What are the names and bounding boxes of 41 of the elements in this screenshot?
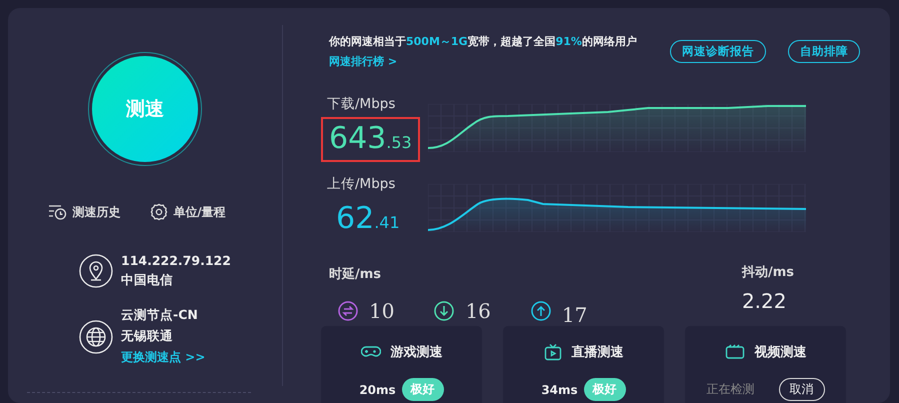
rating-badge: 极好 <box>402 378 444 401</box>
connection-info: 中国电信 <box>121 272 174 289</box>
test-result: 34ms <box>541 382 578 396</box>
tv-icon <box>544 343 562 361</box>
speed-label: 下载/Mbps <box>327 94 396 112</box>
tool-link[interactable]: 测速历史 <box>48 203 120 221</box>
test-title: 直播测速 <box>572 344 624 361</box>
test-result: 20ms <box>359 382 396 396</box>
connection-info: 无锡联通 <box>121 328 174 345</box>
change-node-link[interactable]: 更换测速点 >> <box>121 349 206 366</box>
test-title: 游戏测速 <box>390 344 442 361</box>
location-pin-icon <box>79 254 113 288</box>
settings-icon <box>150 203 168 221</box>
jitter-label: 抖动/ms <box>742 264 794 281</box>
speed-summary: 你的网速相当于500M～1G宽带，超越了全国91%的网络用户 <box>329 34 637 49</box>
globe-icon <box>79 320 113 354</box>
history-icon <box>48 204 68 220</box>
ranking-link[interactable]: 网速排行榜 > <box>329 54 637 69</box>
latency-label: 时延/ms <box>329 267 382 282</box>
speed-value: 643.53 <box>321 116 420 162</box>
cancel-button[interactable]: 取消 <box>778 378 824 401</box>
speed-label: 上传/Mbps <box>327 174 396 192</box>
rating-badge: 极好 <box>584 378 626 401</box>
arrow-up-icon <box>530 301 551 321</box>
speed-value: 62.41 <box>335 200 401 238</box>
latency-value: 10 <box>369 299 394 323</box>
action-button[interactable]: 网速诊断报告 <box>670 40 766 63</box>
latency-value: 16 <box>465 299 491 323</box>
video-icon <box>724 344 744 360</box>
jitter-value: 2.22 <box>742 289 786 313</box>
latency-value: 17 <box>562 303 588 327</box>
arrow-down-icon <box>434 301 454 321</box>
test-status: 正在检测 <box>706 381 754 398</box>
tool-label: 测速历史 <box>72 204 120 220</box>
connection-info: 114.222.79.122 <box>121 253 231 268</box>
test-title: 视频测速 <box>754 344 806 361</box>
connection-info: 云测节点-CN <box>121 307 199 324</box>
tool-link[interactable]: 单位/量程 <box>150 203 226 221</box>
exchange-icon <box>338 301 358 321</box>
action-button[interactable]: 自助排障 <box>788 40 860 63</box>
tool-label: 单位/量程 <box>173 204 226 220</box>
